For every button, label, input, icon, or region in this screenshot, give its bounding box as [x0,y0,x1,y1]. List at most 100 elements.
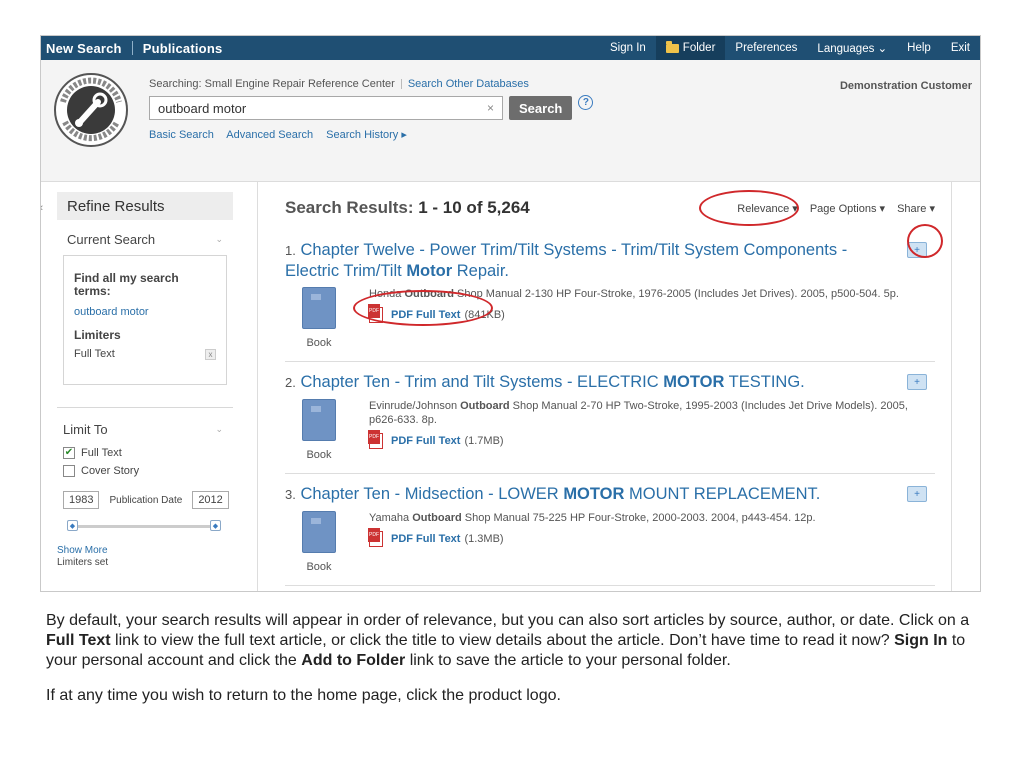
results-title-prefix: Search Results: [285,198,419,217]
add-to-folder-icon[interactable]: + [907,374,927,390]
exit-link[interactable]: Exit [941,36,980,60]
full-text-checkbox-row[interactable]: ✔ Full Text [63,447,233,459]
limit-to-label: Limit To [63,422,108,437]
caption-full-text-term: Full Text [46,632,111,649]
add-to-folder-icon[interactable]: + [907,486,927,502]
result-body: Book Yamaha Outboard Shop Manual 75-225 H… [285,511,935,573]
current-search-heading[interactable]: Current Search ⌄ [57,232,233,247]
result-title-highlight: MOTOR [663,373,725,391]
clear-icon[interactable]: × [487,101,494,115]
result-title-link[interactable]: 3. Chapter Ten - Midsection - LOWER MOTO… [285,484,935,505]
relevance-sort-menu[interactable]: Relevance ▾ [737,202,798,215]
cover-story-checkbox-label: Cover Story [81,465,140,477]
result-body: Book Honda Outboard Shop Manual 2-130 HP … [285,287,935,349]
publication-type: Book [299,399,339,461]
search-query: outboard motor [158,100,247,116]
help-icon[interactable]: ? [578,94,594,110]
publications-link[interactable]: Publications [133,41,233,56]
pdf-full-text-link[interactable]: PDF Full Text [391,308,460,322]
current-search-box: Find all my search terms: outboard motor… [63,255,227,385]
searching-line: Searching: Small Engine Repair Reference… [149,78,593,90]
search-button[interactable]: Search [509,96,573,120]
basic-search-link[interactable]: Basic Search [149,129,214,141]
pdf-full-text-link[interactable]: PDF Full Text [391,434,460,448]
screenshot-frame: New Search Publications Sign In Folder P… [40,35,981,592]
new-search-link[interactable]: New Search [41,41,132,56]
result-title-highlight: Motor [406,262,453,280]
refine-results-heading: Refine Results [57,192,233,220]
date-range-slider[interactable]: ◆ ◆ [67,520,221,531]
top-toolbar: New Search Publications Sign In Folder P… [41,36,980,60]
caption-add-to-folder-term: Add to Folder [301,652,406,669]
result-title-text: Chapter Ten - Midsection - LOWER [300,485,564,503]
publication-date-label: Publication Date [109,494,183,506]
search-mode-links: Basic Search Advanced Search Search Hist… [149,128,593,141]
result-title-text: TESTING. [724,373,805,391]
book-icon [302,287,336,329]
search-history-link[interactable]: Search History ▸ [326,129,407,141]
search-input[interactable]: outboard motor × [149,96,503,120]
source-highlight: Outboard [404,288,454,300]
result-title-highlight: MOTOR [563,485,625,503]
date-from-input[interactable]: 1983 [63,491,100,509]
page-options-menu[interactable]: Page Options ▾ [810,202,885,215]
instruction-caption: By default, your search results will app… [46,611,986,706]
product-logo[interactable] [53,72,129,148]
slider-handle-end[interactable]: ◆ [210,520,221,531]
date-to-input[interactable]: 2012 [192,491,229,509]
add-to-folder-icon[interactable]: + [907,242,927,258]
search-other-databases-link[interactable]: Search Other Databases [408,78,529,90]
cover-story-checkbox-row[interactable]: Cover Story [63,465,233,477]
result-body: Book Evinrude/Johnson Outboard Shop Manua… [285,399,935,461]
pdf-size: (1.3MB) [464,533,504,545]
remove-limiter-icon[interactable]: x [205,348,216,360]
limit-to-heading[interactable]: Limit To ⌄ [57,422,233,437]
results-range: 1 - 10 of 5,264 [418,198,530,217]
caption-text: link to save the article to your persona… [405,652,731,669]
publication-type: Book [299,287,339,349]
collapse-sidebar-icon[interactable]: « [41,202,43,214]
results-header: Search Results: 1 - 10 of 5,264 Relevanc… [285,198,935,218]
full-text-checkbox[interactable]: ✔ [63,447,75,459]
cover-story-checkbox[interactable] [63,465,75,477]
limiters-set-label: Limiters set [57,557,109,568]
pipe-divider [400,79,402,90]
book-icon [302,511,336,553]
limiters-label: Limiters [74,328,121,342]
caption-paragraph-1: By default, your search results will app… [46,611,986,671]
pdf-full-text-link[interactable]: PDF Full Text [391,532,460,546]
show-more-link[interactable]: Show More [57,545,233,556]
result-title-text: Chapter Ten - Trim and Tilt Systems - EL… [300,373,664,391]
pdf-full-text-row: PDF Full Text (1.7MB) [368,430,935,449]
folder-icon [665,40,679,53]
full-text-limiter-label: Full Text [74,348,115,360]
result-number: 3. [285,487,296,502]
find-all-terms-label: Find all my search terms: [74,271,179,298]
full-text-limiter: Full Text x [74,348,216,360]
query-link[interactable]: outboard motor [74,306,216,318]
caption-sign-in-term: Sign In [894,632,948,649]
result-items: 1. Chapter Twelve - Power Trim/Tilt Syst… [285,230,935,586]
result-source: Honda Outboard Shop Manual 2-130 HP Four… [368,287,935,349]
source-text: Evinrude/Johnson [369,400,461,412]
refine-sidebar: Refine Results Current Search ⌄ Find all… [57,192,233,568]
languages-menu[interactable]: Languages ⌄ [807,36,897,60]
caption-text: By default, your search results will app… [46,612,970,629]
current-search-label: Current Search [67,232,156,247]
result-source: Yamaha Outboard Shop Manual 75-225 HP Fo… [368,511,935,573]
result-item: 3. Chapter Ten - Midsection - LOWER MOTO… [285,474,935,586]
folder-link[interactable]: Folder [655,36,726,60]
slider-handle-start[interactable]: ◆ [67,520,78,531]
help-link[interactable]: Help [897,36,941,60]
result-title-link[interactable]: 1. Chapter Twelve - Power Trim/Tilt Syst… [285,240,935,281]
pdf-full-text-row: PDF Full Text (841KB) [368,304,935,323]
preferences-link[interactable]: Preferences [725,36,807,60]
publication-type: Book [299,511,339,573]
database-label: Searching: Small Engine Repair Reference… [149,78,395,90]
sign-in-link[interactable]: Sign In [600,36,656,60]
result-title-link[interactable]: 2. Chapter Ten - Trim and Tilt Systems -… [285,372,935,393]
advanced-search-link[interactable]: Advanced Search [226,129,313,141]
sidebar-divider [57,407,233,408]
pdf-icon [368,304,383,323]
share-menu[interactable]: Share ▾ [897,202,935,215]
